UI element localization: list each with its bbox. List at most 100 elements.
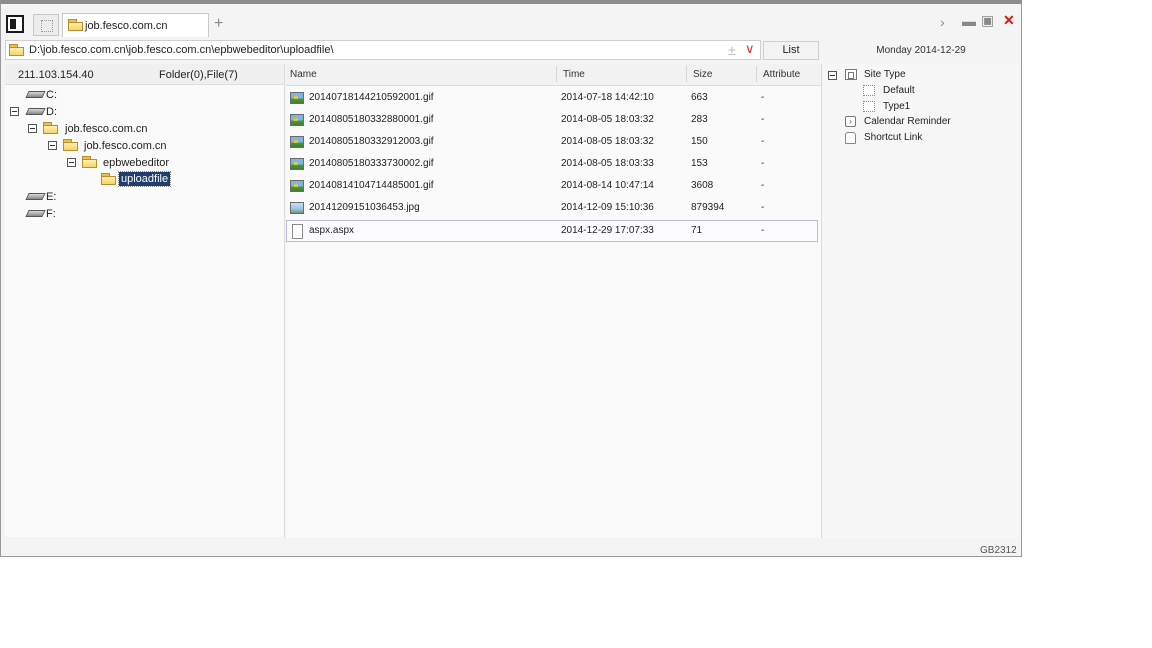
tree-label: Calendar Reminder — [864, 116, 951, 127]
drive-icon — [27, 89, 43, 98]
collapse-icon[interactable] — [10, 107, 19, 116]
tree-label-selected: uploadfile — [117, 171, 172, 187]
address-bar[interactable]: D:\job.fesco.com.cn\job.fesco.com.cn\epb… — [5, 40, 761, 60]
file-time: 2014-07-18 14:42:10 — [561, 92, 654, 103]
folder-icon — [43, 122, 59, 135]
file-size: 71 — [691, 225, 703, 236]
collapse-icon[interactable] — [48, 141, 57, 150]
add-tab-icon[interactable]: + — [214, 15, 223, 33]
tree-label: Site Type — [864, 69, 906, 80]
file-size: 3608 — [691, 180, 714, 191]
tree-label: Default — [883, 85, 915, 96]
file-size: 879394 — [691, 202, 725, 213]
file-time: 2014-08-05 18:03:32 — [561, 114, 654, 125]
tree-label: E: — [46, 191, 57, 203]
tree-item-default[interactable]: Default — [863, 85, 1003, 99]
table-row[interactable]: 20140805180333730002.gif 2014-08-05 18:0… — [286, 154, 818, 176]
jpg-file-icon — [290, 202, 304, 214]
tree-item-calendar-reminder[interactable]: › Calendar Reminder — [845, 116, 1005, 130]
column-separator[interactable] — [686, 66, 687, 82]
type-icon — [863, 101, 875, 112]
file-name: 20141209151036453.jpg — [309, 202, 420, 213]
date-label: Monday 2014-12-29 — [876, 45, 966, 56]
file-size: 663 — [691, 92, 708, 103]
file-time: 2014-12-09 15:10:36 — [561, 202, 654, 213]
tree-label: Type1 — [883, 101, 911, 112]
column-attribute[interactable]: Attribute — [763, 69, 800, 80]
gif-file-icon — [290, 114, 304, 126]
type-icon — [863, 85, 875, 96]
file-attribute: - — [761, 92, 765, 103]
file-time: 2014-08-05 18:03:33 — [561, 158, 654, 169]
add-icon[interactable]: ± — [728, 42, 736, 58]
list-button[interactable]: List — [763, 41, 819, 60]
table-row[interactable]: 20141209151036453.jpg 2014-12-09 15:10:3… — [286, 198, 818, 220]
column-name[interactable]: Name — [290, 69, 317, 80]
file-name: 20140805180333730002.gif — [309, 158, 434, 169]
file-time: 2014-12-29 17:07:33 — [561, 225, 654, 236]
file-name: aspx.aspx — [309, 225, 355, 236]
file-manager-window: job.fesco.com.cn + › ▬ ▣ ✕ D:\job.fesco.… — [0, 0, 1022, 557]
file-attribute: - — [761, 202, 765, 213]
collapse-icon[interactable] — [28, 124, 37, 133]
minimize-icon[interactable]: ▬ — [962, 13, 976, 29]
file-name: 20140718144210592001.gif — [309, 92, 434, 103]
tree-label: D: — [46, 106, 57, 118]
file-name: 20140805180332912003.gif — [309, 136, 434, 147]
file-list: 20140718144210592001.gif 2014-07-18 14:4… — [286, 86, 821, 538]
file-attribute: - — [761, 180, 765, 191]
table-row[interactable]: 20140718144210592001.gif 2014-07-18 14:4… — [286, 88, 818, 110]
file-size: 150 — [691, 136, 708, 147]
file-name: 20140805180332880001.gif — [309, 114, 434, 125]
pane-divider[interactable] — [821, 64, 822, 538]
tree-label: epbwebeditor — [103, 157, 170, 169]
gif-file-icon — [290, 92, 304, 104]
table-row-selected[interactable]: aspx.aspx 2014-12-29 17:07:33 71 - — [286, 220, 818, 242]
close-icon[interactable]: ✕ — [1003, 12, 1015, 29]
encoding-status: GB2312 — [980, 545, 1017, 556]
folder-icon — [9, 44, 25, 57]
tree-label: job.fesco.com.cn — [84, 140, 167, 152]
tree-label: job.fesco.com.cn — [65, 123, 148, 135]
drive-icon — [27, 106, 43, 115]
column-separator[interactable] — [556, 66, 557, 82]
gif-file-icon — [290, 136, 304, 148]
site-icon — [845, 69, 857, 80]
chevron-right-icon[interactable]: › — [940, 14, 945, 30]
file-name: 20140814104714485001.gif — [309, 180, 434, 191]
file-size: 153 — [691, 158, 708, 169]
panel-toggle-icon[interactable] — [6, 15, 24, 33]
maximize-icon[interactable]: ▣ — [981, 12, 994, 29]
document-file-icon — [292, 224, 303, 239]
table-row[interactable]: 20140805180332912003.gif 2014-08-05 18:0… — [286, 132, 818, 154]
column-time[interactable]: Time — [563, 69, 585, 80]
calendar-icon: › — [845, 116, 856, 127]
address-path: D:\job.fesco.com.cn\job.fesco.com.cn\epb… — [29, 44, 334, 56]
tree-item-shortcut-link[interactable]: Shortcut Link — [845, 132, 1005, 146]
right-pane: Site Type Default Type1 › Calendar Remin… — [823, 64, 1019, 538]
tree-label: F: — [46, 208, 56, 220]
file-attribute: - — [761, 225, 765, 236]
blank-tab-icon[interactable] — [33, 14, 59, 36]
folder-icon — [68, 19, 84, 32]
file-time: 2014-08-14 10:47:14 — [561, 180, 654, 191]
table-row[interactable]: 20140805180332880001.gif 2014-08-05 18:0… — [286, 110, 818, 132]
collapse-icon[interactable] — [67, 158, 76, 167]
server-ip: 211.103.154.40 — [18, 69, 94, 81]
column-size[interactable]: Size — [693, 69, 712, 80]
folder-tree: C: D: job.fesco.com.cn job.fesco.com.cn … — [5, 85, 284, 537]
tree-item-site-type[interactable]: Site Type — [827, 69, 1007, 83]
hand-pointer-icon — [845, 132, 856, 144]
chevron-down-icon[interactable]: ∨ — [745, 41, 755, 57]
gif-file-icon — [290, 158, 304, 170]
table-row[interactable]: 20140814104714485001.gif 2014-08-14 10:4… — [286, 176, 818, 198]
tree-item-type1[interactable]: Type1 — [863, 101, 1003, 115]
pane-divider[interactable] — [284, 64, 285, 538]
collapse-icon[interactable] — [828, 71, 837, 80]
tab-label: job.fesco.com.cn — [85, 20, 168, 32]
column-separator[interactable] — [756, 66, 757, 82]
tab-job-fesco[interactable]: job.fesco.com.cn — [62, 13, 209, 37]
tree-label: C: — [46, 89, 57, 101]
left-pane-header: 211.103.154.40 Folder(0),File(7) — [5, 64, 284, 85]
gif-file-icon — [290, 180, 304, 192]
